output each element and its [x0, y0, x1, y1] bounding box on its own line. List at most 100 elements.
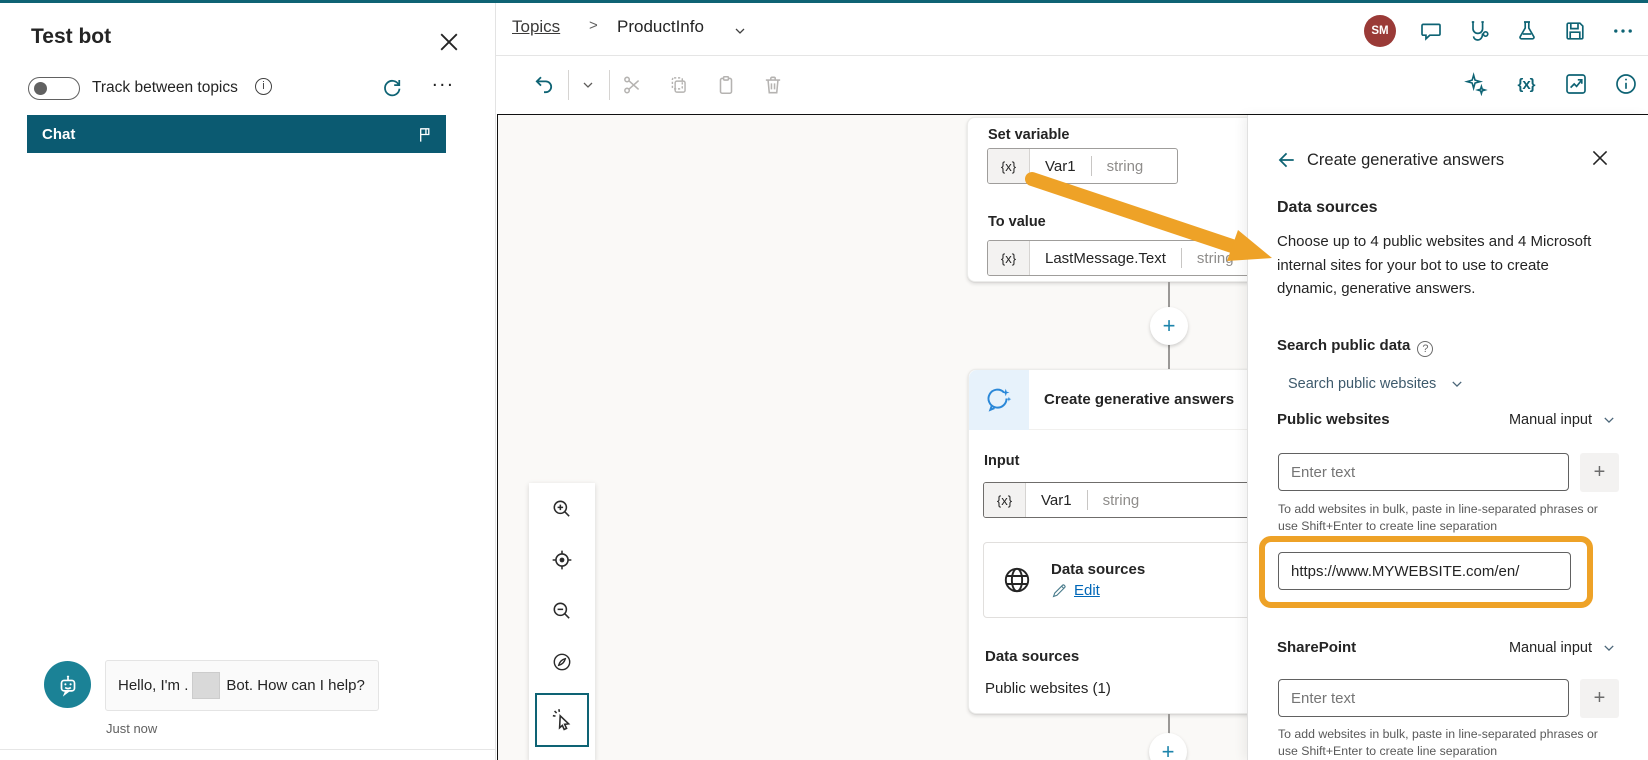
undo-icon: [535, 76, 553, 94]
center-canvas-button[interactable]: [529, 534, 595, 585]
sharepoint-mode-dropdown[interactable]: Manual input: [1509, 640, 1616, 656]
variable-name: Var1: [1045, 157, 1076, 175]
redacted-bot-name: [192, 672, 221, 699]
add-node-button[interactable]: +: [1150, 307, 1188, 345]
power-virtual-agents-app: Test bot Track between topics i ... Chat…: [0, 0, 1648, 760]
variable-name: Var1: [1041, 491, 1072, 509]
pencil-icon: [1052, 584, 1066, 598]
generative-answers-node[interactable]: Create generative answers Input {x} Var1…: [968, 369, 1268, 714]
breadcrumb-current-topic: ProductInfo: [617, 17, 704, 36]
topic-dropdown-chevron[interactable]: [732, 23, 748, 39]
panel-close-button[interactable]: [1589, 147, 1611, 169]
variables-icon: {x}: [1517, 75, 1535, 93]
chevron-down-icon: [1604, 417, 1614, 423]
canvas-tool-palette: [529, 483, 595, 760]
delete-button[interactable]: [761, 73, 785, 97]
data-sources-card-title: Data sources: [1051, 561, 1146, 578]
format-sparkle-button[interactable]: [1464, 72, 1488, 96]
comments-button[interactable]: [1418, 18, 1444, 44]
info-icon[interactable]: i: [255, 78, 272, 95]
edit-data-sources-link[interactable]: Edit: [1074, 582, 1100, 599]
compass-icon: [553, 653, 571, 670]
zoom-in-icon: [553, 500, 570, 517]
topic-checker-button[interactable]: [1466, 18, 1492, 44]
test-lab-button[interactable]: [1514, 18, 1540, 44]
add-node-button[interactable]: +: [1149, 733, 1187, 760]
paste-icon: [719, 75, 733, 95]
paste-button[interactable]: [714, 73, 738, 97]
panel-header: Create generative answers: [1248, 145, 1648, 175]
add-public-website-button[interactable]: +: [1580, 453, 1619, 492]
data-sources-summary-value: Public websites (1): [985, 680, 1111, 697]
variable-type: string: [1106, 157, 1144, 175]
toolbar-separator: [609, 70, 610, 100]
public-websites-label: Public websites: [1277, 411, 1390, 428]
generative-node-title: Create generative answers: [1044, 391, 1235, 408]
reset-chat-button[interactable]: [381, 76, 403, 98]
more-options-button[interactable]: [1610, 18, 1636, 44]
breadcrumb-topics-link[interactable]: Topics: [512, 17, 560, 37]
panel-title: Create generative answers: [1307, 150, 1505, 169]
select-tool-button-selected[interactable]: [535, 693, 589, 747]
topic-header-bar: Topics > ProductInfo SM: [496, 3, 1648, 56]
set-variable-title: Set variable: [988, 127, 1070, 143]
search-public-data-label: Search public data?: [1277, 337, 1434, 357]
message-timestamp: Just now: [106, 721, 158, 736]
chat-tab-header[interactable]: Chat: [27, 115, 446, 153]
save-icon: [1566, 22, 1584, 40]
cut-button[interactable]: [620, 73, 644, 97]
more-horizontal-icon: [1614, 29, 1632, 33]
add-sharepoint-button[interactable]: +: [1580, 679, 1619, 718]
to-value-pill[interactable]: {x} LastMessage.Text string: [987, 240, 1265, 276]
globe-icon: [1004, 567, 1030, 593]
topic-info-button[interactable]: [1614, 72, 1638, 96]
trash-icon: [765, 76, 781, 94]
help-icon[interactable]: ?: [1417, 341, 1434, 357]
user-avatar[interactable]: SM: [1364, 15, 1396, 47]
zoom-out-button[interactable]: [529, 585, 595, 636]
variable-name: LastMessage.Text: [1045, 249, 1166, 267]
panel-back-button[interactable]: [1275, 149, 1297, 171]
close-icon: [440, 33, 458, 51]
data-sources-card[interactable]: Data sources Edit: [983, 542, 1255, 618]
bulk-add-helper-text: To add websites in bulk, paste in line-s…: [1278, 502, 1598, 533]
data-sources-summary-label: Data sources: [985, 648, 1080, 665]
test-panel-more-button[interactable]: ...: [432, 69, 455, 92]
data-sources-heading: Data sources: [1277, 199, 1378, 216]
info-circle-icon: [1616, 74, 1636, 94]
toolbar-right-icons: {x}: [1464, 72, 1638, 96]
variables-button[interactable]: {x}: [1514, 72, 1538, 96]
save-button[interactable]: [1562, 18, 1588, 44]
zoom-out-icon: [553, 602, 570, 619]
sharepoint-label: SharePoint: [1277, 639, 1357, 656]
search-public-websites-dropdown[interactable]: Search public websites: [1288, 376, 1464, 392]
generative-node-header: Create generative answers: [969, 369, 1267, 430]
undo-dropdown-chevron[interactable]: [576, 73, 600, 97]
track-between-topics-toggle[interactable]: [28, 77, 80, 100]
pan-mode-button[interactable]: [529, 636, 595, 687]
chat-input-divider: [0, 749, 495, 750]
generative-answers-icon: [969, 369, 1029, 430]
trend-chart-icon: [1566, 74, 1586, 94]
flag-icon[interactable]: [415, 125, 434, 144]
undo-button[interactable]: [532, 73, 556, 97]
zoom-in-button[interactable]: [529, 483, 595, 534]
public-websites-mode-dropdown[interactable]: Manual input: [1509, 412, 1616, 428]
sharepoint-input[interactable]: [1278, 679, 1569, 717]
data-sources-description: Choose up to 4 public websites and 4 Mic…: [1277, 233, 1592, 297]
public-website-url-input[interactable]: [1278, 552, 1571, 590]
set-variable-pill[interactable]: {x} Var1 string: [987, 148, 1178, 184]
bot-avatar: [44, 661, 91, 708]
copy-button[interactable]: [667, 73, 691, 97]
stethoscope-icon: [1471, 21, 1489, 41]
center-target-icon: [552, 550, 572, 569]
input-variable-pill[interactable]: {x} Var1 string: [983, 482, 1255, 518]
cut-icon: [624, 76, 640, 94]
close-test-bot-button[interactable]: [436, 29, 462, 55]
input-label: Input: [984, 453, 1020, 469]
variable-badge-icon: {x}: [988, 149, 1030, 183]
analytics-button[interactable]: [1564, 72, 1588, 96]
public-websites-input[interactable]: [1278, 453, 1569, 491]
chat-tab-label: Chat: [42, 125, 76, 143]
set-variable-node[interactable]: Set variable {x} Var1 string To value {x…: [967, 117, 1267, 282]
